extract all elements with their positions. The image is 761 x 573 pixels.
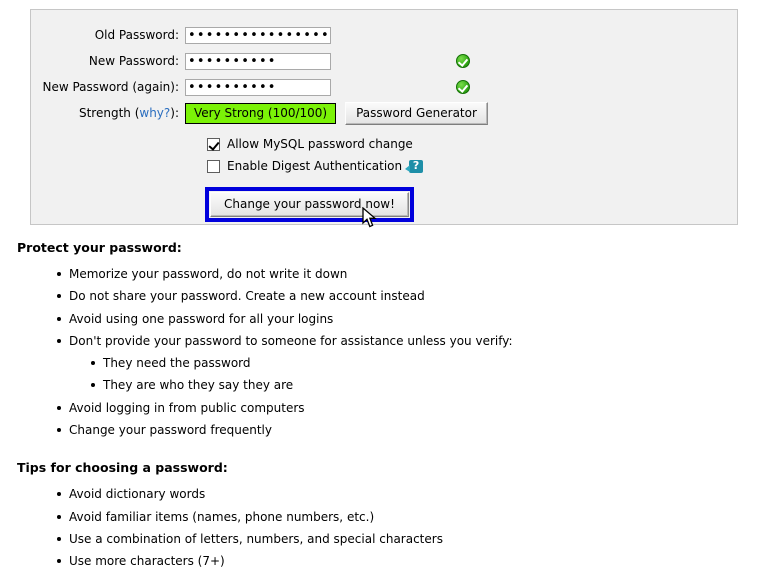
- list-item-text: Don't provide your password to someone f…: [69, 333, 513, 348]
- list-item: Avoid familiar items (names, phone numbe…: [57, 506, 747, 528]
- form-row-strength: Strength (why?): Very Strong (100/100) Pa…: [31, 100, 488, 126]
- password-advice: Protect your password: Memorize your pas…: [17, 240, 747, 573]
- strength-label-prefix: Strength (: [78, 106, 140, 120]
- list-item: Use a combination of letters, numbers, a…: [57, 528, 747, 550]
- protect-sublist: They need the password They are who they…: [69, 352, 747, 397]
- list-item: Don't provide your password to someone f…: [57, 330, 747, 352]
- enable-digest-authentication-label[interactable]: Enable Digest Authentication: [227, 159, 402, 173]
- list-item: Do not share your password. Create a new…: [57, 285, 747, 307]
- list-item: They need the password: [91, 352, 747, 374]
- enable-digest-authentication-row[interactable]: Enable Digest Authentication: [207, 155, 737, 177]
- list-item: Avoid dictionary words: [57, 483, 747, 505]
- help-question-icon[interactable]: [405, 159, 424, 173]
- valid-check-icon: [456, 54, 471, 69]
- allow-mysql-password-change-checkbox[interactable]: [207, 137, 220, 151]
- old-password-status-cell: [448, 22, 488, 48]
- list-item: Use more characters (7+): [57, 550, 747, 572]
- password-form: Old Password: New Password: New Password…: [31, 22, 488, 126]
- strength-meter: Very Strong (100/100): [185, 102, 337, 124]
- protect-heading: Protect your password:: [17, 240, 182, 255]
- nested-list-wrapper: They need the password They are who they…: [69, 352, 747, 397]
- list-item: Change your password frequently: [57, 419, 747, 441]
- form-row-new-password: New Password:: [31, 48, 488, 74]
- why-link[interactable]: why?: [139, 106, 170, 120]
- confirm-password-input[interactable]: [185, 78, 331, 96]
- allow-mysql-password-change-label[interactable]: Allow MySQL password change: [227, 137, 413, 151]
- confirm-password-label: New Password (again):: [42, 80, 179, 94]
- strength-label-suffix: ):: [170, 106, 179, 120]
- enable-digest-authentication-checkbox[interactable]: [207, 159, 220, 173]
- change-password-panel: Old Password: New Password: New Password…: [30, 9, 738, 228]
- list-item: Memorize your password, do not write it …: [57, 263, 747, 285]
- valid-check-icon: [456, 80, 471, 95]
- tips-list: Avoid dictionary words Avoid familiar it…: [17, 483, 747, 572]
- strength-label: Strength (why?):: [31, 100, 185, 126]
- submit-focus-ring: Change your password now!: [205, 187, 414, 222]
- form-row-confirm-password: New Password (again):: [31, 74, 488, 100]
- new-password-input[interactable]: [185, 52, 331, 70]
- protect-list: Memorize your password, do not write it …: [17, 263, 747, 441]
- password-generator-button[interactable]: Password Generator: [345, 101, 488, 125]
- list-item: Avoid using one password for all your lo…: [57, 308, 747, 330]
- list-item: They are who they say they are: [91, 374, 747, 396]
- list-item: Avoid logging in from public computers: [57, 397, 747, 419]
- form-row-old-password: Old Password:: [31, 22, 488, 48]
- old-password-label: Old Password:: [94, 28, 179, 42]
- allow-mysql-password-change-row[interactable]: Allow MySQL password change: [207, 133, 737, 155]
- change-password-button[interactable]: Change your password now!: [210, 192, 409, 217]
- tips-heading: Tips for choosing a password:: [17, 460, 228, 476]
- old-password-input[interactable]: [185, 26, 331, 44]
- new-password-label: New Password:: [88, 54, 179, 68]
